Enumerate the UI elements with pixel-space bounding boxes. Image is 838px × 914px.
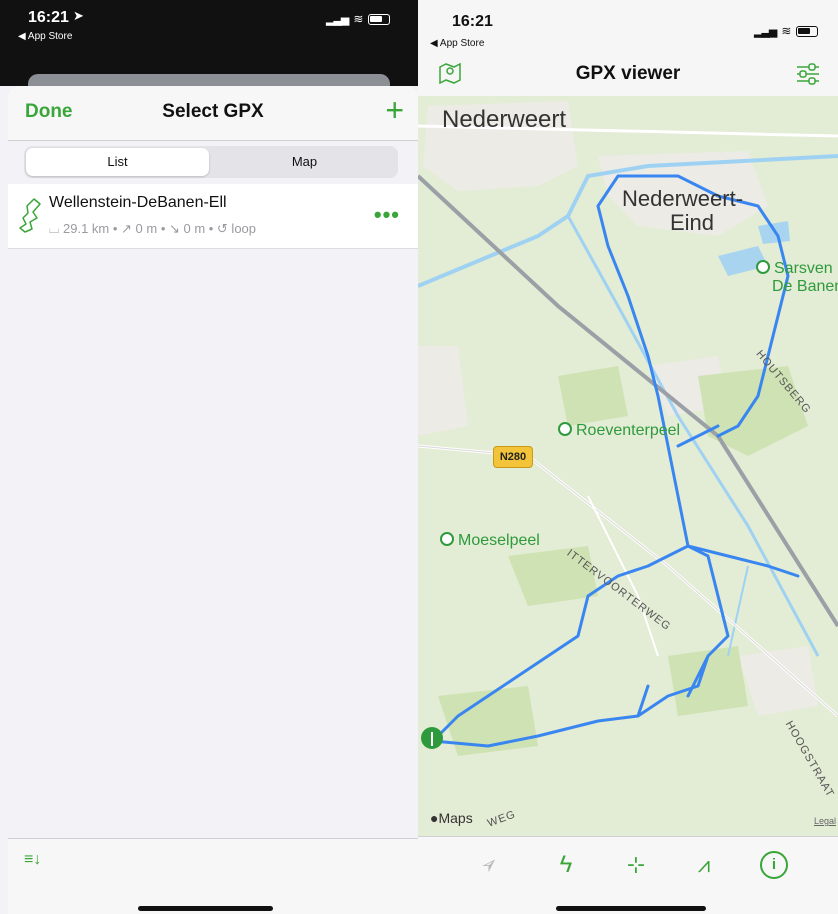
- back-to-app-store-link[interactable]: ◀ App Store: [18, 31, 72, 42]
- route-list-item[interactable]: Wellenstein-DeBanen-Ell ⌴ 29.1 km • ↗ 0 …: [8, 184, 418, 249]
- elevation-chart-icon[interactable]: ⩘: [684, 845, 724, 885]
- header: 16:21 ◀ App Store ▂▃▅ ≋ GPX viewer: [418, 0, 838, 97]
- home-indicator: [556, 906, 706, 911]
- gpx-viewer-screen: 16:21 ◀ App Store ▂▃▅ ≋ GPX viewer Neder…: [418, 0, 838, 914]
- poi-de-banen: De Banen: [772, 278, 838, 295]
- settings-sliders-icon[interactable]: [795, 62, 821, 86]
- page-title: Select GPX: [162, 101, 264, 122]
- add-gpx-button[interactable]: +: [385, 92, 404, 129]
- nav-bar: Done Select GPX +: [8, 86, 418, 141]
- place-label-nederweert-eind-2: Eind: [670, 210, 715, 235]
- status-time: 16:21: [28, 9, 69, 26]
- select-gpx-screen: 16:21 ➤ ◀ App Store ▂▃▅ ≋ Done Select GP…: [0, 0, 418, 914]
- poi-marker-icon: [756, 260, 770, 274]
- battery-icon: [368, 13, 391, 25]
- poi-marker-icon: [440, 532, 454, 546]
- more-options-button[interactable]: •••: [374, 202, 400, 228]
- signal-icon: ▂▃▅: [326, 13, 349, 26]
- battery-icon: [796, 25, 819, 37]
- route-shape-icon: [19, 198, 41, 233]
- wifi-icon: ≋: [781, 24, 792, 38]
- home-indicator: [138, 906, 273, 911]
- legal-link[interactable]: Legal: [814, 816, 836, 826]
- back-to-app-store-link[interactable]: ◀ App Store: [430, 38, 484, 49]
- route-name: Wellenstein-DeBanen-Ell: [49, 194, 227, 211]
- poi-roeventerpeel[interactable]: Roeventerpeel: [558, 422, 680, 440]
- system-icons: ▂▃▅ ≋: [754, 24, 819, 38]
- sort-button[interactable]: ≡↓: [24, 851, 41, 869]
- poi-marker-icon: [558, 422, 572, 436]
- crosshair-icon[interactable]: ⊹: [616, 845, 656, 885]
- bottom-toolbar: ≡↓: [8, 838, 418, 914]
- wifi-icon: ≋: [353, 12, 364, 26]
- place-label-nederweert-eind-1: Nederweert-: [622, 186, 744, 211]
- select-gpx-sheet: Done Select GPX + List Map Wellenstein-D…: [8, 86, 418, 914]
- info-icon[interactable]: i: [754, 845, 794, 885]
- page-title: GPX viewer: [575, 63, 681, 84]
- route-stats: ⌴ 29.1 km • ↗ 0 m • ↘ 0 m • ↺ loop: [49, 221, 257, 236]
- road-sign-n280: N280: [493, 446, 533, 468]
- system-icons: ▂▃▅ ≋: [326, 12, 391, 26]
- signal-icon: ▂▃▅: [754, 25, 777, 38]
- view-segmented-control: List Map: [24, 146, 398, 178]
- bottom-toolbar: ➢ ϟ ⊹ ⩘ i: [418, 836, 838, 914]
- poi-moeselpeel[interactable]: Moeselpeel: [440, 532, 540, 550]
- segment-map[interactable]: Map: [213, 148, 396, 176]
- location-arrow-icon[interactable]: ➢: [462, 837, 519, 894]
- place-label-nederweert: Nederweert: [442, 106, 567, 133]
- status-time: 16:21: [452, 13, 493, 30]
- lightning-icon[interactable]: ϟ: [546, 845, 586, 885]
- poi-sarsven[interactable]: Sarsven: [756, 260, 833, 278]
- location-arrow-icon: ➤: [73, 8, 84, 23]
- segment-list[interactable]: List: [26, 148, 209, 176]
- map-view[interactable]: Nederweert Nederweert- Eind Roeventerpee…: [418, 96, 838, 836]
- apple-maps-attribution: ●Maps: [430, 810, 473, 826]
